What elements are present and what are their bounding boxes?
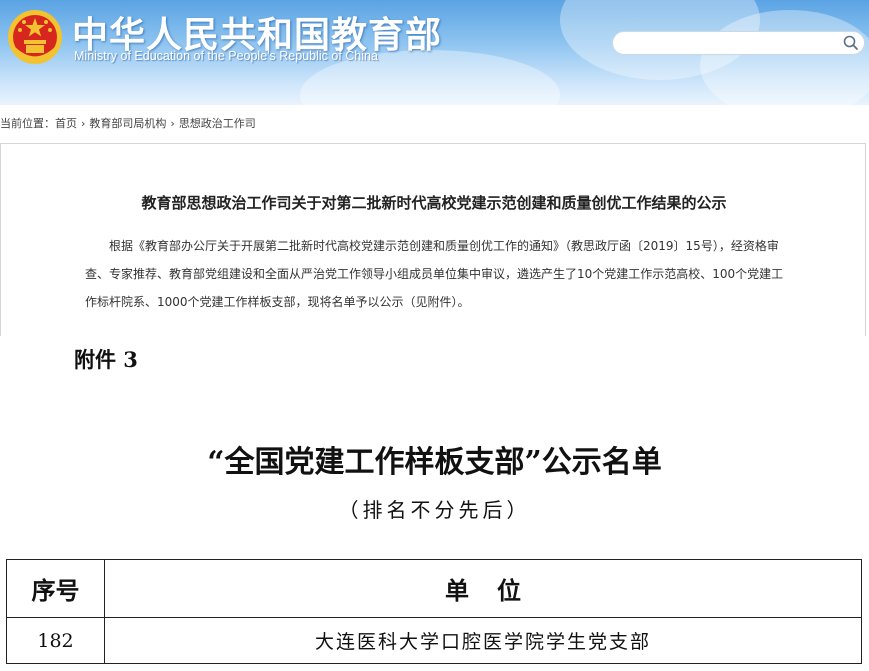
breadcrumb: 当前位置：首页 › 教育部司局机构 › 思想政治工作司 (0, 115, 256, 133)
cell-unit: 大连医科大学口腔医学院学生党支部 (104, 617, 862, 664)
article-body: 根据《教育部办公厅关于开展第二批新时代高校党建示范创建和质量创优工作的通知》（教… (85, 239, 784, 309)
header-number: 序号 (6, 559, 105, 618)
cell-number: 182 (6, 617, 105, 664)
site-header: 中华人民共和国教育部 Ministry of Education of the … (0, 0, 869, 105)
breadcrumb-item-ideological-dept[interactable]: 思想政治工作司 (179, 117, 256, 130)
search-box (612, 31, 865, 55)
table-row: 182 大连医科大学口腔医学院学生党支部 (6, 617, 862, 664)
table-header-row: 序号 单位 (6, 559, 862, 618)
list-title: “全国党建工作样板支部”公示名单 (207, 445, 662, 480)
chevron-right-icon: › (170, 117, 175, 130)
chevron-right-icon: › (81, 117, 86, 130)
national-emblem-icon (8, 10, 62, 64)
breadcrumb-prefix: 当前位置： (0, 117, 55, 130)
list-subtitle: （排名不分先后） (338, 498, 531, 522)
breadcrumb-item-home[interactable]: 首页 (55, 117, 77, 130)
breadcrumb-item-departments[interactable]: 教育部司局机构 (89, 117, 166, 130)
list-table: 序号 单位 182 大连医科大学口腔医学院学生党支部 (6, 559, 862, 664)
article-title: 教育部思想政治工作司关于对第二批新时代高校党建示范创建和质量创优工作结果的公示 (141, 194, 727, 212)
search-icon[interactable] (842, 34, 860, 52)
header-unit: 单位 (104, 559, 862, 618)
site-subtitle: Ministry of Education of the People's Re… (74, 49, 378, 63)
attachment-label: 附件 3 (74, 347, 138, 372)
search-input[interactable] (621, 34, 841, 52)
article-panel: 教育部思想政治工作司关于对第二批新时代高校党建示范创建和质量创优工作结果的公示 … (0, 143, 866, 336)
